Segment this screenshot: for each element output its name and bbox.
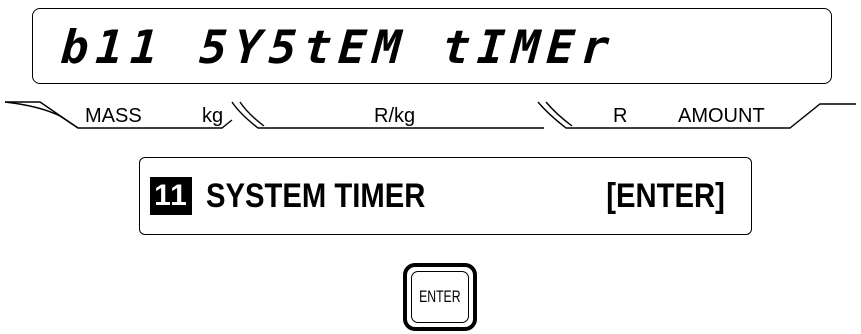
annunciator-rate: R/kg <box>374 105 416 127</box>
enter-key[interactable]: ENTER <box>403 263 477 331</box>
enter-key-label: ENTER <box>419 287 461 306</box>
message-panel: 11 SYSTEM TIMER [ENTER] <box>139 157 752 235</box>
lcd-text: b11 5Y5tEM tIMEr <box>59 20 618 74</box>
menu-label: SYSTEM TIMER <box>206 177 426 215</box>
enter-hint: [ENTER] <box>606 177 725 215</box>
annunciator-amount: AMOUNT <box>678 105 765 127</box>
annunciator-kg: kg <box>202 105 224 127</box>
annunciator-mass: MASS <box>85 105 142 127</box>
annunciator-r: R <box>613 105 628 127</box>
menu-number-badge: 11 <box>150 177 192 215</box>
lcd-display: b11 5Y5tEM tIMEr <box>32 8 832 84</box>
enter-key-face[interactable]: ENTER <box>411 271 469 323</box>
